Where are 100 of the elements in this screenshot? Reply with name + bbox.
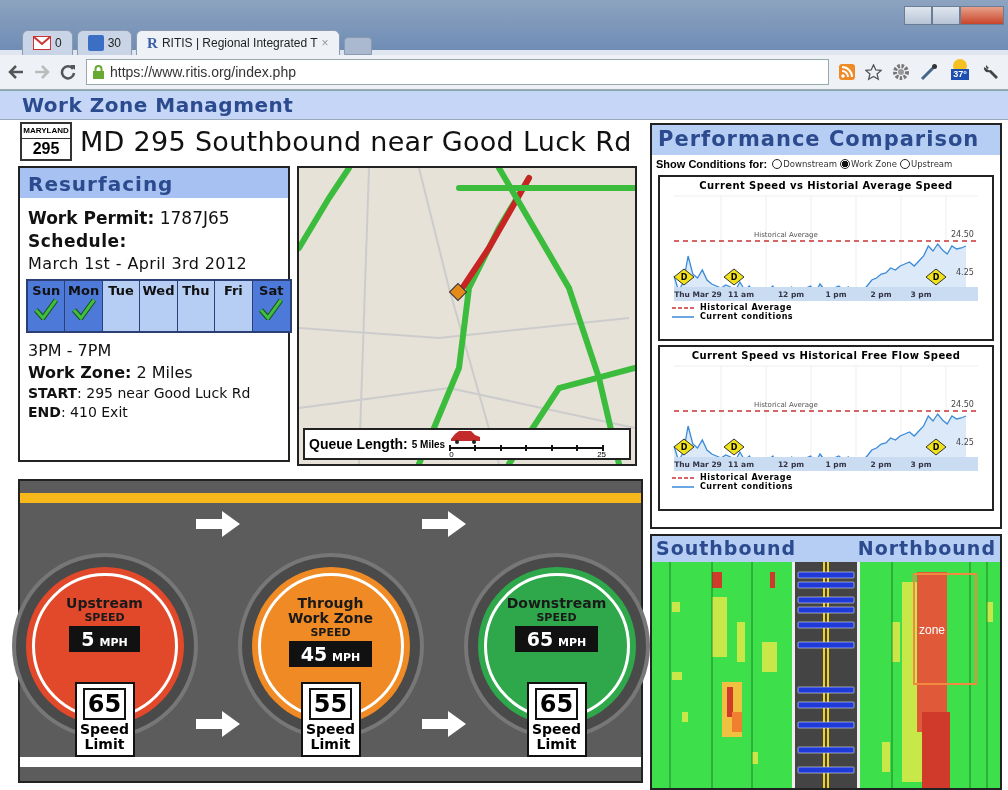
sign-title: Through Work Zone [287, 596, 374, 626]
site-logo: R [147, 34, 158, 52]
mail-icon [33, 36, 51, 50]
speed-value: 5 [81, 628, 95, 650]
browser-tab[interactable]: 0 [22, 30, 73, 55]
radio-option[interactable]: Work Zone [840, 159, 897, 169]
shield-state: MARYLAND [22, 123, 70, 139]
weather-button[interactable]: 37° [948, 59, 972, 85]
scale-min-label: 0 [449, 450, 454, 459]
hours-text: 3PM - 7PM [28, 341, 113, 360]
radio-option[interactable]: Downstream [772, 159, 838, 169]
tab-title: RITIS | Regional Integrated T [161, 36, 318, 50]
day-toggle[interactable]: Mon [65, 281, 103, 331]
tab-label: 0 [55, 36, 62, 50]
panel-title: Performance Comparison [652, 125, 1000, 155]
dashed-line-icon [672, 476, 694, 479]
direction-title: Northbound [857, 537, 996, 561]
axis-label: 4.25 [956, 268, 974, 277]
star-icon[interactable] [865, 63, 882, 81]
speed-unit: MPH [99, 636, 128, 649]
date-range-text: March 1st - April 3rd 2012 [28, 254, 249, 273]
radio-button[interactable] [899, 159, 910, 169]
day-toggle[interactable]: Thu [177, 281, 216, 331]
chart-title: Current Speed vs Historical Free Flow Speed [691, 350, 961, 361]
solid-line-icon [672, 315, 694, 318]
wrench-icon[interactable] [982, 63, 1000, 81]
arrow-icon [195, 711, 240, 737]
minimize-button[interactable] [904, 6, 932, 25]
zone-label: zone [919, 623, 945, 637]
speed-limit-value: 65 [534, 688, 579, 720]
address-bar[interactable]: https://www.ritis.org/index.php [86, 59, 829, 85]
speed-unit: MPH [558, 636, 587, 649]
legend-label: Current conditions [700, 482, 794, 491]
speed-limit-label: Speed Limit [531, 722, 582, 752]
end-text: END: 410 Exit [28, 404, 129, 420]
day-toggle[interactable]: Fri [215, 281, 253, 331]
speed-value: 45 [300, 643, 328, 665]
legend-label: Historical Average [700, 473, 792, 482]
queue-label: Queue Length: [309, 436, 408, 452]
work-zone-text: Work Zone: 2 Miles [28, 363, 194, 382]
back-icon[interactable] [8, 65, 24, 79]
radio-button[interactable] [840, 159, 851, 169]
checkmark-icon [71, 298, 96, 320]
speed-limit-label: Speed Limit [79, 722, 130, 752]
checkmark-icon [259, 298, 284, 320]
route-title: MD 295 Southbound near Good Luck Rd [80, 125, 632, 157]
tab-label: 30 [107, 36, 122, 50]
calendar-icon [87, 35, 104, 51]
radio-button[interactable] [772, 159, 783, 169]
browser-tab[interactable]: R RITIS | Regional Integrated T × [136, 30, 340, 55]
marker-sign: D [925, 438, 947, 456]
url-text: https://www.ritis.org/index.php [110, 64, 296, 80]
marker-sign: D [673, 438, 695, 456]
axis-label: 24.50 [951, 400, 974, 409]
marker-sign: D [673, 268, 695, 286]
marker-sign: D [723, 268, 745, 286]
filter-label: Show Conditions for: [656, 158, 768, 170]
speed-label: SPEED [310, 626, 351, 639]
radio-option[interactable]: Upstream [899, 159, 953, 169]
eyedropper-icon[interactable] [920, 63, 938, 81]
dashed-line-icon [672, 306, 694, 309]
speed-unit: MPH [332, 651, 361, 664]
arrow-icon [195, 511, 240, 537]
chart-title: Current Speed vs Historial Average Speed [699, 180, 953, 191]
shield-number: 295 [32, 138, 60, 159]
speed-label: SPEED [536, 611, 577, 624]
arrow-icon [421, 711, 466, 737]
day-toggle[interactable]: Sat [252, 281, 290, 331]
day-toggle[interactable]: Sun [28, 281, 66, 331]
day-toggle[interactable]: Tue [102, 281, 141, 331]
temperature-badge: 37° [951, 69, 969, 80]
gear-icon[interactable] [892, 63, 910, 81]
axis-label: 4.25 [956, 438, 974, 447]
day-toggle[interactable]: Wed [140, 281, 178, 331]
schedule-label: Schedule: [28, 231, 128, 251]
axis-label: 24.50 [951, 230, 974, 239]
queue-value: 5 Miles [411, 438, 446, 450]
checkmark-icon [34, 298, 59, 320]
maximize-button[interactable] [932, 6, 960, 25]
reload-icon[interactable] [60, 64, 76, 80]
marker-sign: D [723, 438, 745, 456]
legend-label: Historical Average [700, 303, 792, 312]
speed-limit-value: 55 [308, 688, 353, 720]
sign-title: Upstream [66, 596, 143, 611]
lock-icon [93, 65, 104, 79]
sign-title: Downstream [506, 596, 607, 611]
speed-label: SPEED [84, 611, 125, 624]
speed-value: 65 [526, 628, 554, 650]
speed-limit-label: Speed Limit [305, 722, 356, 752]
start-text: START: 295 near Good Luck Rd [28, 385, 252, 401]
arrow-icon [421, 511, 466, 537]
browser-tab[interactable]: 30 [76, 30, 133, 55]
panel-title: Resurfacing [20, 168, 288, 198]
direction-title: Southbound [656, 537, 797, 561]
marker-sign: D [925, 268, 947, 286]
work-permit-text: Work Permit: 1787J65 [28, 208, 231, 228]
speed-limit-value: 65 [82, 688, 127, 720]
solid-line-icon [672, 485, 694, 488]
legend-label: Current conditions [700, 312, 794, 321]
page-title: Work Zone Managment [22, 93, 295, 117]
